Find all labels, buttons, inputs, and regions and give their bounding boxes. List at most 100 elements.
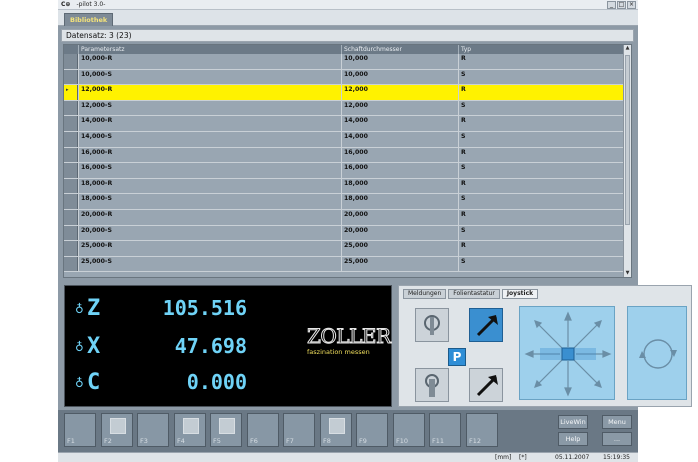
status-time: 15:19:35 bbox=[603, 454, 630, 461]
close-icon[interactable]: × bbox=[627, 1, 636, 9]
axis-z-value: 105.516 bbox=[162, 296, 247, 320]
table-row[interactable]: 10,000-S 10,000 S bbox=[64, 69, 624, 86]
table-row[interactable]: 16,000-S 16,000 S bbox=[64, 163, 624, 179]
search-icon bbox=[219, 418, 235, 434]
scrollbar-thumb[interactable] bbox=[625, 55, 630, 225]
function-key-f7[interactable]: F7 bbox=[283, 413, 315, 447]
axis-x-icon: ♁ bbox=[75, 340, 84, 354]
table-row[interactable]: 12,000-S 12,000 S bbox=[64, 100, 624, 117]
arrow-diagonal-up-icon bbox=[476, 375, 498, 397]
table-row[interactable]: 10,000-R 10,000 R bbox=[64, 54, 624, 70]
cell-typ: R bbox=[458, 178, 624, 194]
cell-typ: R bbox=[458, 85, 624, 100]
tool-probe-icon bbox=[424, 315, 440, 335]
table-row[interactable]: 25,000-S 25,000 S bbox=[64, 256, 624, 273]
rotation-pad[interactable] bbox=[627, 306, 687, 400]
function-key-f6[interactable]: F6 bbox=[247, 413, 279, 447]
window-title: C⊕ -pilot 3.0- bbox=[61, 1, 105, 8]
function-key-label: F4 bbox=[177, 437, 185, 445]
tab-bibliothek[interactable]: Bibliothek bbox=[64, 13, 114, 26]
cell-schaftdurchmesser: 10,000 bbox=[341, 54, 458, 69]
scroll-up-icon[interactable]: ▲ bbox=[624, 45, 631, 52]
table-row[interactable]: 18,000-R 18,000 R bbox=[64, 178, 624, 195]
joystick-pad[interactable] bbox=[519, 306, 615, 400]
tab-folientastatur[interactable]: Folientastatur bbox=[448, 289, 500, 299]
table-scrollbar[interactable]: ▲ ▼ bbox=[623, 45, 631, 277]
table-row[interactable]: 20,000-S 20,000 S bbox=[64, 225, 624, 242]
function-key-label: F11 bbox=[432, 437, 445, 445]
more-button[interactable]: ... bbox=[602, 432, 632, 446]
function-key-label: F8 bbox=[323, 437, 331, 445]
move-diagonal-up-secondary-button[interactable] bbox=[469, 368, 503, 402]
cell-parametersatz: 25,000-S bbox=[78, 256, 341, 272]
column-header-parametersatz[interactable]: Parametersatz bbox=[78, 45, 341, 54]
maximize-icon[interactable]: □ bbox=[617, 1, 626, 9]
move-diagonal-up-button[interactable] bbox=[469, 308, 503, 342]
function-key-f10[interactable]: F10 bbox=[393, 413, 425, 447]
table-icon bbox=[329, 418, 345, 434]
cell-parametersatz: 14,000-R bbox=[78, 116, 341, 131]
cell-schaftdurchmesser: 16,000 bbox=[341, 147, 458, 163]
cell-schaftdurchmesser: 18,000 bbox=[341, 194, 458, 209]
table-row[interactable]: 18,000-S 18,000 S bbox=[64, 194, 624, 210]
cell-typ: S bbox=[458, 69, 624, 85]
scroll-down-icon[interactable]: ▼ bbox=[624, 270, 631, 277]
minimize-icon[interactable]: _ bbox=[607, 1, 616, 9]
row-indicator bbox=[64, 100, 78, 116]
axis-z-icon: ♁ bbox=[75, 302, 84, 316]
row-indicator bbox=[64, 147, 78, 163]
cell-typ: R bbox=[458, 54, 624, 69]
park-button[interactable]: P bbox=[448, 348, 466, 366]
function-key-f5[interactable]: F5 bbox=[210, 413, 242, 447]
table-row[interactable]: 14,000-S 14,000 S bbox=[64, 131, 624, 148]
axis-c-icon: ♁ bbox=[75, 376, 84, 390]
cell-parametersatz: 20,000-S bbox=[78, 225, 341, 241]
table-row[interactable]: 16,000-R 16,000 R bbox=[64, 147, 624, 164]
status-flag: [*] bbox=[519, 454, 527, 461]
window-title-text: -pilot 3.0- bbox=[76, 1, 106, 8]
function-key-f4[interactable]: F4 bbox=[174, 413, 206, 447]
cell-schaftdurchmesser: 14,000 bbox=[341, 131, 458, 147]
zoller-logo: ZOLLER faszination messen bbox=[307, 324, 392, 357]
menu-button[interactable]: Menu bbox=[602, 415, 632, 429]
cell-parametersatz: 18,000-S bbox=[78, 194, 341, 209]
row-indicator bbox=[64, 241, 78, 256]
function-key-f1[interactable]: F1 bbox=[64, 413, 96, 447]
function-key-f9[interactable]: F9 bbox=[356, 413, 388, 447]
column-header-typ[interactable]: Typ bbox=[458, 45, 624, 54]
application-window: C⊕ -pilot 3.0- _ □ × Bibliothek Datensatz… bbox=[58, 0, 692, 462]
livewin-button[interactable]: LiveWin bbox=[558, 415, 588, 429]
help-button[interactable]: Help bbox=[558, 432, 588, 446]
function-key-label: F10 bbox=[396, 437, 409, 445]
cell-typ: R bbox=[458, 241, 624, 256]
cell-schaftdurchmesser: 10,000 bbox=[341, 69, 458, 85]
function-key-label: F2 bbox=[104, 437, 112, 445]
cell-typ: S bbox=[458, 194, 624, 209]
function-key-f11[interactable]: F11 bbox=[429, 413, 461, 447]
cell-parametersatz: 20,000-R bbox=[78, 209, 341, 225]
function-key-f12[interactable]: F12 bbox=[466, 413, 498, 447]
axis-x-readout: ♁ X 47.698 bbox=[75, 334, 247, 364]
table-row[interactable]: 14,000-R 14,000 R bbox=[64, 116, 624, 132]
table-row[interactable]: ▸ 12,000-R 12,000 R bbox=[64, 85, 624, 101]
row-indicator bbox=[64, 116, 78, 131]
cell-parametersatz: 18,000-R bbox=[78, 178, 341, 194]
tool-probe-top-button[interactable] bbox=[415, 308, 449, 342]
tab-joystick[interactable]: Joystick bbox=[501, 289, 539, 299]
column-header-schaftdurchmesser[interactable]: Schaftdurchmesser bbox=[341, 45, 458, 54]
cell-typ: R bbox=[458, 116, 624, 131]
row-indicator bbox=[64, 54, 78, 69]
function-key-f3[interactable]: F3 bbox=[137, 413, 169, 447]
tab-meldungen[interactable]: Meldungen bbox=[403, 289, 447, 299]
brand-name: ZOLLER bbox=[307, 324, 392, 348]
axis-c-readout: ♁ C 0.000 bbox=[75, 370, 247, 400]
cell-schaftdurchmesser: 14,000 bbox=[341, 116, 458, 131]
function-key-label: F5 bbox=[213, 437, 221, 445]
window-controls: _ □ × bbox=[607, 1, 636, 9]
table-row[interactable]: 20,000-R 20,000 R bbox=[64, 209, 624, 226]
table-row[interactable]: 25,000-R 25,000 R bbox=[64, 241, 624, 257]
axis-c-value: 0.000 bbox=[186, 370, 247, 394]
function-key-f8[interactable]: F8 bbox=[320, 413, 352, 447]
tool-probe-bottom-button[interactable] bbox=[415, 368, 449, 402]
function-key-f2[interactable]: F2 bbox=[101, 413, 133, 447]
